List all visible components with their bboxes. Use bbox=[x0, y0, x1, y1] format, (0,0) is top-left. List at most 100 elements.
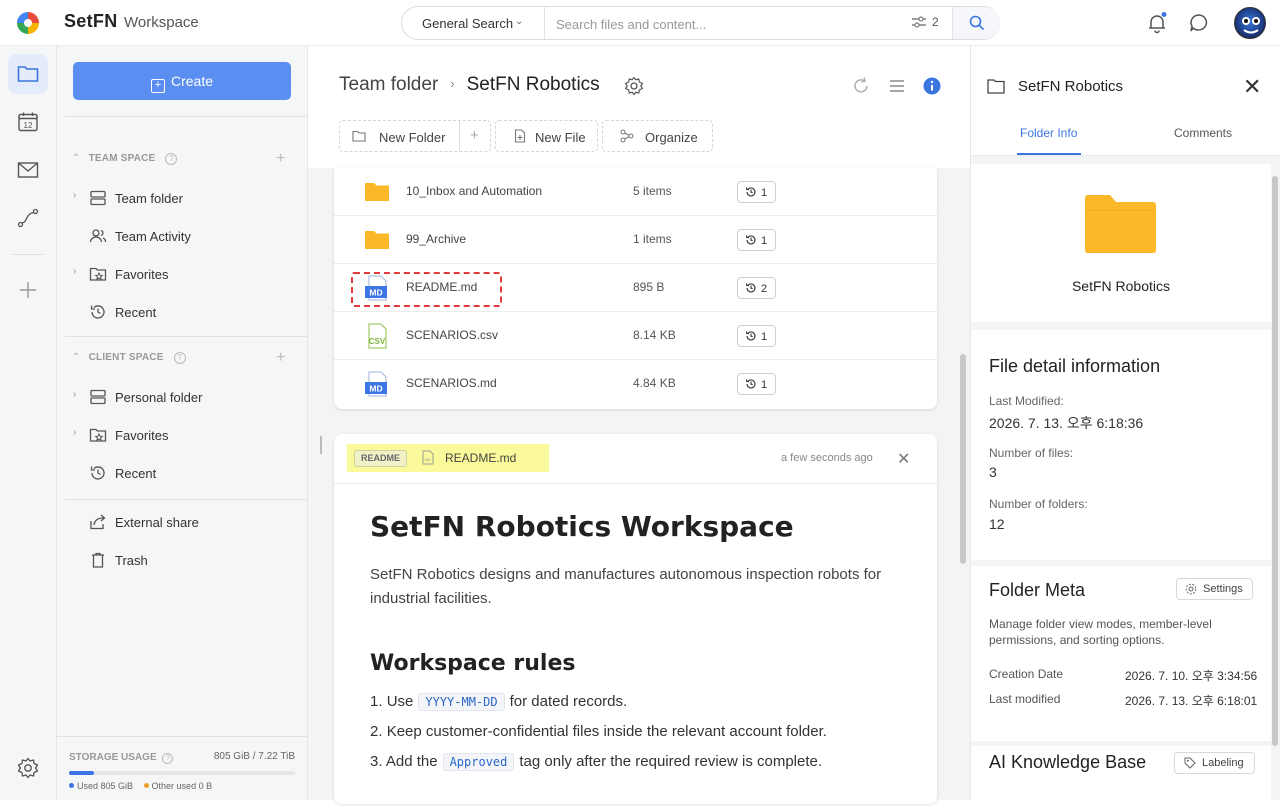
readme-tag[interactable]: README MD README.md bbox=[347, 444, 549, 472]
search-filter-button[interactable]: 2 bbox=[912, 15, 939, 29]
last-modified-label: Last Modified: bbox=[989, 394, 1064, 408]
readme-intro: SetFN Robotics designs and manufactures … bbox=[370, 566, 882, 607]
new-file-button[interactable]: New File bbox=[495, 120, 598, 152]
rail-settings[interactable] bbox=[8, 748, 48, 788]
new-folder-button[interactable]: New Folder + bbox=[339, 120, 491, 152]
organize-button[interactable]: Organize bbox=[602, 120, 713, 152]
sidebar-item-personal-folder[interactable]: › Personal folder bbox=[57, 382, 307, 412]
sidebar-item-client-favorites[interactable]: › Favorites bbox=[57, 420, 307, 450]
rail-files[interactable] bbox=[8, 54, 48, 94]
client-space-title: CLIENT SPACE bbox=[88, 352, 164, 363]
chevron-right-icon: › bbox=[73, 266, 77, 277]
team-space-header[interactable]: ⌃ TEAM SPACE? + bbox=[72, 150, 285, 167]
rail-calendar[interactable]: 12 bbox=[8, 102, 48, 142]
chat-icon[interactable] bbox=[1188, 12, 1210, 34]
settings-button[interactable]: Settings bbox=[1176, 578, 1253, 600]
help-icon[interactable]: ? bbox=[173, 352, 186, 364]
sidebar-item-team-activity[interactable]: Team Activity bbox=[57, 221, 307, 251]
close-panel-icon[interactable]: ✕ bbox=[1243, 74, 1261, 100]
search-input[interactable] bbox=[556, 14, 896, 34]
folder-name: SetFN Robotics bbox=[1071, 278, 1171, 294]
rule-text: Use bbox=[386, 693, 414, 710]
svg-text:MD: MD bbox=[369, 288, 382, 298]
version-button[interactable]: 1 bbox=[737, 373, 776, 395]
file-row[interactable]: 99_Archive 1 items 1 bbox=[334, 216, 937, 264]
close-icon[interactable]: ✕ bbox=[897, 449, 910, 469]
labeling-label: Labeling bbox=[1202, 757, 1244, 769]
version-button[interactable]: 2 bbox=[737, 277, 776, 299]
client-space-header[interactable]: ⌃ CLIENT SPACE? + bbox=[72, 349, 285, 366]
file-size: 8.14 KB bbox=[633, 328, 676, 342]
drive-icon bbox=[90, 389, 106, 405]
info-icon[interactable] bbox=[922, 76, 942, 96]
user-avatar[interactable] bbox=[1234, 7, 1266, 39]
divider bbox=[65, 116, 307, 117]
app-logo[interactable] bbox=[16, 11, 40, 35]
sidebar-item-external-share[interactable]: External share bbox=[57, 507, 307, 537]
rail-mail[interactable] bbox=[8, 150, 48, 190]
file-row[interactable]: MD SCENARIOS.md 4.84 KB 1 bbox=[334, 360, 937, 408]
search-scope-select[interactable]: General Search ⌄ bbox=[402, 7, 545, 39]
sidebar-item-label: Favorites bbox=[115, 428, 169, 443]
sidebar-item-team-recent[interactable]: Recent bbox=[57, 297, 307, 327]
create-label: Create bbox=[170, 73, 214, 89]
folder-icon bbox=[1085, 195, 1156, 253]
folder-icon bbox=[365, 183, 389, 201]
folder-settings-icon[interactable] bbox=[624, 76, 644, 96]
history-icon bbox=[746, 379, 756, 389]
panel-scrollbar[interactable] bbox=[1272, 176, 1278, 746]
scrollbar-thumb[interactable] bbox=[960, 354, 966, 564]
chevron-up-icon: ⌃ bbox=[72, 352, 81, 363]
sidebar-item-trash[interactable]: Trash bbox=[57, 545, 307, 575]
version-count: 1 bbox=[761, 235, 768, 247]
add-client-space-button[interactable]: + bbox=[276, 349, 286, 367]
new-folder-label: New Folder bbox=[379, 130, 446, 145]
breadcrumb-parent[interactable]: Team folder bbox=[339, 74, 438, 95]
add-team-space-button[interactable]: + bbox=[276, 150, 286, 168]
organize-icon bbox=[620, 129, 634, 143]
search-bar: General Search ⌄ 2 bbox=[401, 6, 1000, 40]
plus-icon[interactable]: + bbox=[470, 127, 479, 144]
main-scrollbar[interactable] bbox=[960, 168, 966, 800]
version-button[interactable]: 1 bbox=[737, 229, 776, 251]
sidebar-item-team-folder[interactable]: › Team folder bbox=[57, 183, 307, 213]
create-button[interactable]: + Create bbox=[73, 62, 291, 100]
readme-header: README MD README.md a few seconds ago ✕ bbox=[334, 434, 937, 484]
rail-workflow[interactable] bbox=[8, 198, 48, 238]
help-icon[interactable]: ? bbox=[162, 753, 174, 764]
file-name: README.md bbox=[406, 280, 478, 294]
file-row[interactable]: CSV SCENARIOS.csv 8.14 KB 1 bbox=[334, 312, 937, 360]
file-row[interactable]: 10_Inbox and Automation 5 items 1 bbox=[334, 168, 937, 216]
csv-file-icon: CSV bbox=[368, 323, 387, 349]
rail-add[interactable] bbox=[8, 270, 48, 310]
file-row[interactable]: MD README.md 895 B 2 bbox=[334, 264, 937, 312]
search-icon bbox=[969, 15, 985, 31]
resize-handle[interactable] bbox=[320, 436, 322, 454]
tab-comments[interactable]: Comments bbox=[1174, 126, 1232, 140]
file-size: 1 items bbox=[633, 232, 672, 246]
list-view-icon[interactable] bbox=[887, 76, 907, 96]
sidebar-item-label: Recent bbox=[115, 466, 157, 481]
version-button[interactable]: 1 bbox=[737, 325, 776, 347]
readme-filename: README.md bbox=[445, 451, 517, 465]
files-count-value: 3 bbox=[989, 464, 997, 480]
tag-icon bbox=[1184, 757, 1196, 769]
rules-heading: Workspace rules bbox=[370, 651, 576, 676]
storage-title: STORAGE USAGE ? bbox=[69, 752, 174, 764]
labeling-button[interactable]: Labeling bbox=[1174, 752, 1255, 774]
folder-preview: SetFN Robotics bbox=[971, 164, 1271, 322]
help-icon[interactable]: ? bbox=[165, 153, 178, 165]
content-area: 10_Inbox and Automation 5 items 1 99_Arc… bbox=[308, 168, 970, 804]
version-button[interactable]: 1 bbox=[737, 181, 776, 203]
sidebar-item-client-recent[interactable]: Recent bbox=[57, 458, 307, 488]
refresh-icon[interactable] bbox=[851, 76, 871, 96]
tab-folder-info[interactable]: Folder Info bbox=[1020, 126, 1077, 140]
bell-icon[interactable] bbox=[1146, 12, 1168, 34]
rule-num: 3. bbox=[370, 753, 383, 770]
scrollbar-thumb[interactable] bbox=[1272, 176, 1278, 746]
file-size: 4.84 KB bbox=[633, 376, 676, 390]
rule-text: Add the bbox=[385, 753, 438, 770]
readme-body: SetFN Robotics Workspace SetFN Robotics … bbox=[370, 510, 900, 782]
search-submit-button[interactable] bbox=[952, 7, 1000, 39]
sidebar-item-team-favorites[interactable]: › Favorites bbox=[57, 259, 307, 289]
